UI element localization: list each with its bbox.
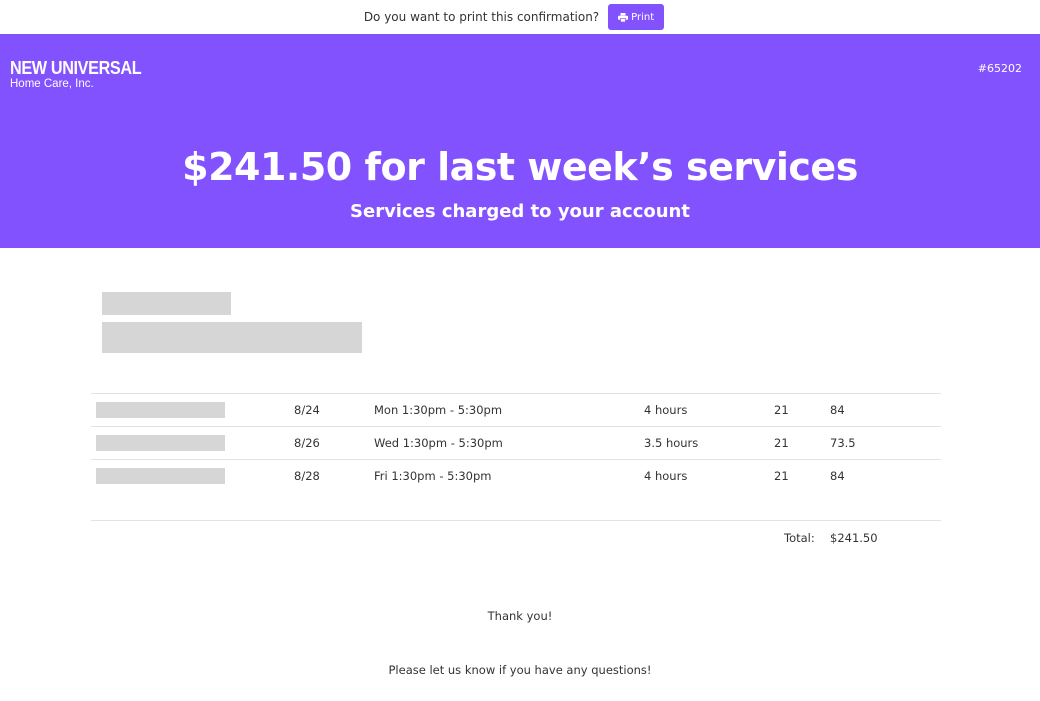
- redacted-client-address: [102, 322, 362, 353]
- page-subtitle: Services charged to your account: [350, 201, 690, 222]
- print-button[interactable]: Print: [608, 4, 665, 30]
- service-hours: 4 hours: [639, 459, 769, 493]
- total-label: Total:: [784, 531, 815, 545]
- service-rate: 21: [769, 459, 825, 493]
- service-amount: 73.5: [825, 426, 941, 460]
- total-value: $241.50: [830, 531, 878, 545]
- table-row: 8/26 Wed 1:30pm - 5:30pm 3.5 hours 21 73…: [91, 426, 941, 460]
- print-question: Do you want to print this confirmation?: [363, 10, 600, 24]
- logo-name: NEW UNIVERSAL: [10, 58, 142, 78]
- redacted-caregiver-cell: [91, 426, 289, 460]
- service-amount: 84: [825, 393, 941, 427]
- service-date: 8/28: [289, 459, 369, 493]
- thank-you-message: Thank you!: [487, 609, 553, 623]
- printer-icon: [618, 12, 629, 22]
- summary-header: NEW UNIVERSAL Home Care, Inc. #65202 $24…: [0, 34, 1040, 248]
- service-rate: 21: [769, 426, 825, 460]
- logo-subtitle: Home Care, Inc.: [10, 78, 94, 90]
- service-amount: 84: [825, 459, 941, 493]
- service-time: Wed 1:30pm - 5:30pm: [369, 426, 639, 460]
- page-title: $241.50 for last week’s services: [182, 145, 858, 189]
- service-time: Fri 1:30pm - 5:30pm: [369, 459, 639, 493]
- total-divider: [91, 520, 941, 521]
- company-logo: NEW UNIVERSAL Home Care, Inc.: [10, 58, 156, 91]
- services-table: 8/24 Mon 1:30pm - 5:30pm 4 hours 21 84 8…: [91, 393, 941, 493]
- redacted-caregiver-cell: [91, 393, 289, 427]
- service-time: Mon 1:30pm - 5:30pm: [369, 393, 639, 427]
- service-hours: 4 hours: [639, 393, 769, 427]
- redacted-caregiver-cell: [91, 459, 289, 493]
- table-row: 8/28 Fri 1:30pm - 5:30pm 4 hours 21 84: [91, 459, 941, 493]
- service-date: 8/24: [289, 393, 369, 427]
- service-rate: 21: [769, 393, 825, 427]
- redacted-caregiver: [96, 435, 225, 451]
- redacted-caregiver: [96, 468, 225, 484]
- print-button-label: Print: [631, 11, 655, 23]
- print-prompt-bar: Do you want to print this confirmation? …: [0, 0, 1040, 34]
- service-hours: 3.5 hours: [639, 426, 769, 460]
- redacted-client-name: [102, 292, 231, 315]
- table-row: 8/24 Mon 1:30pm - 5:30pm 4 hours 21 84: [91, 393, 941, 427]
- redacted-caregiver: [96, 402, 225, 418]
- confirmation-body: 8/24 Mon 1:30pm - 5:30pm 4 hours 21 84 8…: [0, 248, 1040, 701]
- questions-message: Please let us know if you have any quest…: [388, 663, 652, 677]
- invoice-id: #65202: [977, 62, 1022, 75]
- service-date: 8/26: [289, 426, 369, 460]
